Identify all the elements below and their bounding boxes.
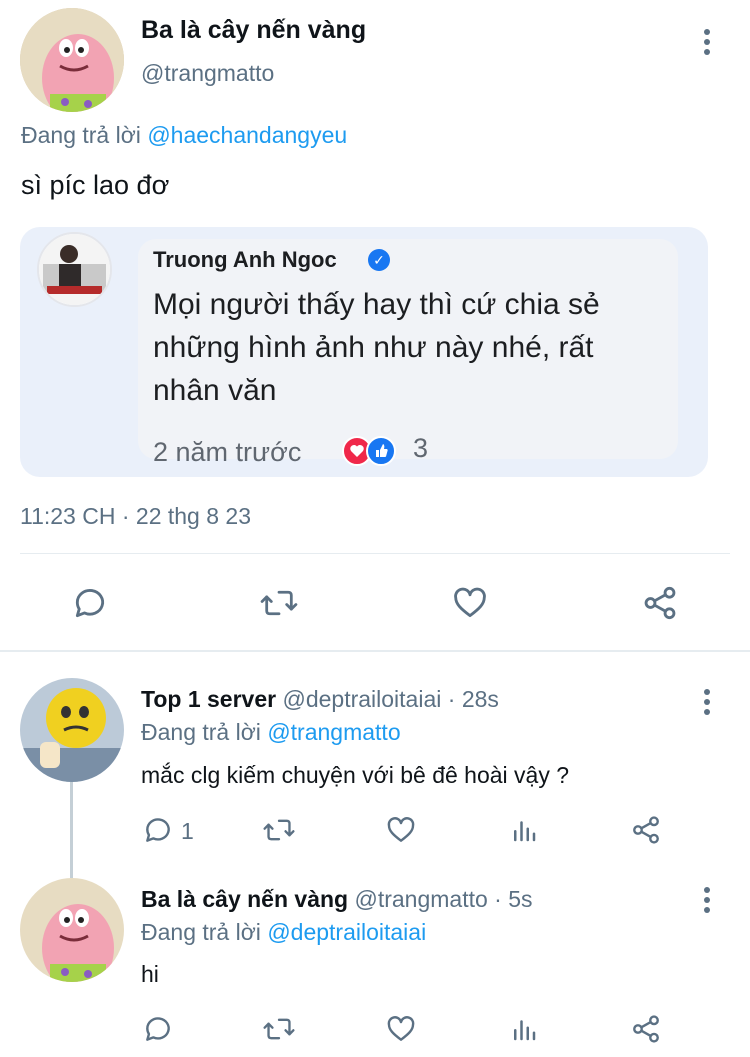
reply-age[interactable]: · 5s	[494, 886, 532, 912]
reply-text: hi	[141, 961, 159, 987]
share-icon[interactable]	[640, 583, 680, 623]
reaction-count: 3	[413, 433, 429, 463]
user-handle[interactable]: @trangmatto	[354, 886, 487, 912]
tweet-timestamp[interactable]: 11:23 CH · 22 thg 8 23	[20, 503, 251, 530]
verified-badge-icon: ✓	[368, 249, 390, 271]
divider	[20, 553, 730, 554]
like-icon[interactable]	[450, 583, 490, 623]
comment-time: 2 năm trước	[153, 437, 302, 467]
display-name[interactable]: Ba là cây nến vàng	[141, 16, 366, 45]
thread-line	[70, 782, 73, 878]
like-icon[interactable]	[384, 1012, 418, 1046]
replying-to-link[interactable]: @haechandangyeu	[147, 122, 347, 148]
like-icon[interactable]	[384, 813, 418, 847]
reply-icon[interactable]	[141, 813, 175, 847]
share-icon[interactable]	[629, 813, 663, 847]
reply-icon[interactable]	[70, 583, 110, 623]
reply-text: mắc clg kiếm chuyện với bê đê hoài vậy ?	[141, 762, 570, 788]
display-name[interactable]: Top 1 server	[141, 686, 276, 712]
reply-icon[interactable]	[141, 1012, 175, 1046]
avatar[interactable]	[20, 678, 124, 782]
user-handle[interactable]: @deptrailoitaiai	[282, 686, 441, 712]
retweet-icon[interactable]	[262, 813, 296, 847]
display-name[interactable]: Ba là cây nến vàng	[141, 886, 348, 912]
more-options-icon[interactable]	[697, 687, 717, 717]
replying-to-line: Đang trả lời @deptrailoitaiai	[141, 919, 426, 946]
commenter-name: Truong Anh Ngoc	[153, 247, 337, 272]
replying-prefix: Đang trả lời	[141, 919, 268, 945]
replying-prefix: Đang trả lời	[141, 719, 268, 745]
reply-count: 1	[181, 818, 194, 844]
retweet-icon[interactable]	[262, 1012, 296, 1046]
reply-age[interactable]: · 28s	[448, 686, 499, 712]
avatar[interactable]	[20, 8, 124, 112]
replying-to-line: Đang trả lời @trangmatto	[141, 719, 401, 746]
analytics-icon[interactable]	[507, 813, 541, 847]
user-handle[interactable]: @trangmatto	[141, 60, 274, 87]
retweet-icon[interactable]	[259, 583, 299, 623]
attached-image[interactable]: Truong Anh Ngoc ✓ Mọi người thấy hay thì…	[20, 227, 708, 477]
replying-to-link[interactable]: @trangmatto	[267, 719, 400, 745]
section-divider	[0, 650, 750, 652]
more-options-icon[interactable]	[697, 885, 717, 915]
like-reaction-icon	[366, 436, 396, 466]
commenter-avatar	[37, 232, 112, 307]
comment-text: Mọi người thấy hay thì cứ chia sẻ những …	[153, 288, 600, 407]
more-options-icon[interactable]	[697, 27, 717, 57]
replying-to-link[interactable]: @deptrailoitaiai	[267, 919, 426, 945]
reply-header: Ba là cây nến vàng @trangmatto · 5s	[141, 886, 533, 913]
analytics-icon[interactable]	[507, 1012, 541, 1046]
reply-header: Top 1 server @deptrailoitaiai · 28s	[141, 686, 499, 713]
tweet-text: sì píc lao đơ	[21, 170, 170, 200]
replying-prefix: Đang trả lời	[21, 122, 148, 148]
share-icon[interactable]	[629, 1012, 663, 1046]
replying-to-line: Đang trả lời @haechandangyeu	[21, 122, 347, 149]
avatar[interactable]	[20, 878, 124, 982]
